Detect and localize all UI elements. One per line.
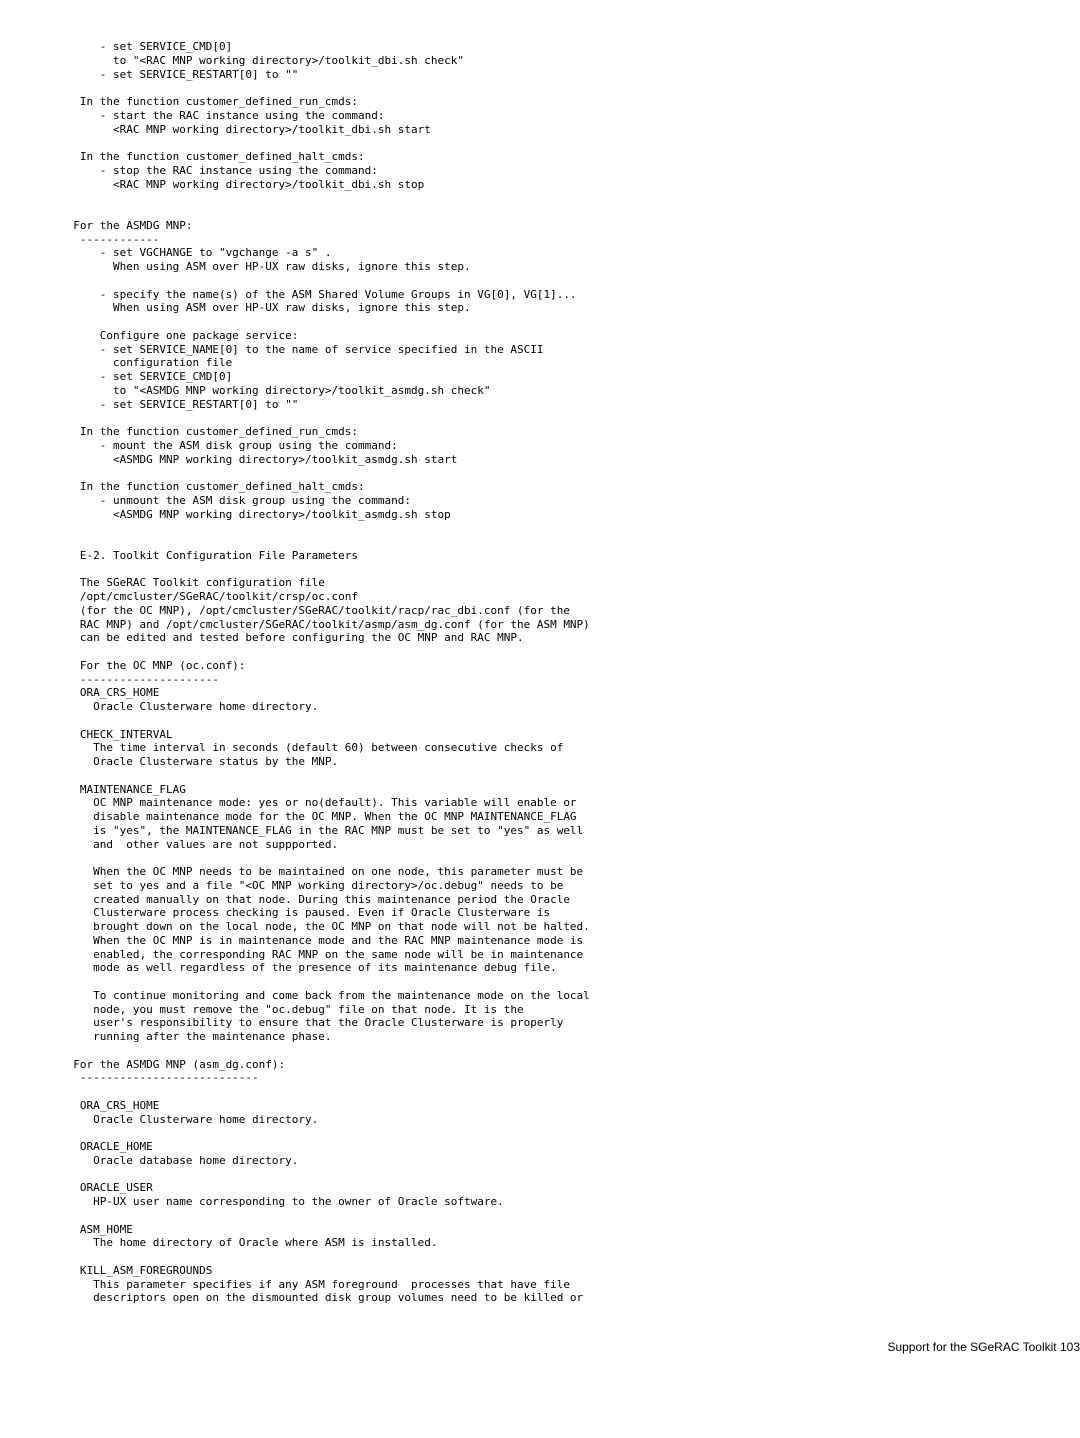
page-footer: Support for the SGeRAC Toolkit 103 <box>0 1340 1080 1379</box>
document-body: - set SERVICE_CMD[0] to "<RAC MNP workin… <box>0 0 1080 1340</box>
